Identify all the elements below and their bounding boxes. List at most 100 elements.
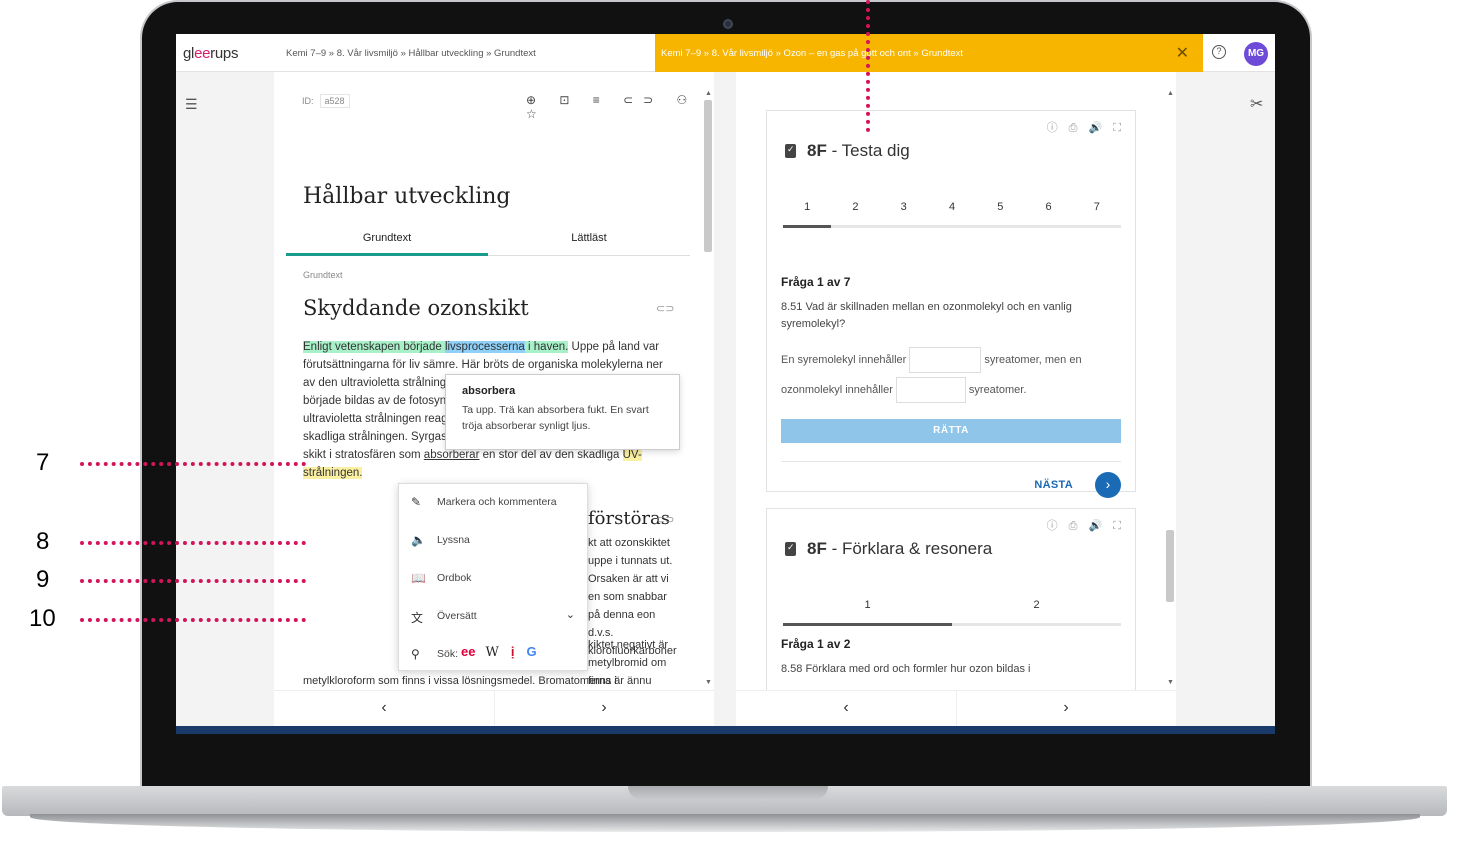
left-scroll-thumb[interactable]: [704, 100, 712, 252]
clipboard-check-icon-2: [785, 542, 796, 556]
close-icon[interactable]: ✕: [1176, 43, 1189, 63]
dictionary-tooltip: absorbera Ta upp. Trä kan absorbera fukt…: [445, 374, 680, 450]
google-icon[interactable]: G: [526, 644, 536, 659]
next-button[interactable]: ›: [1095, 472, 1121, 498]
menu-item-listen[interactable]: 🔈 Lyssna: [399, 522, 589, 560]
page-title: Hållbar utveckling: [303, 184, 511, 209]
tab-lattlast[interactable]: Lättläst: [488, 220, 690, 256]
callout-number-10: 10: [29, 605, 56, 632]
middle-gutter: [714, 72, 736, 726]
section-label: Grundtext: [303, 270, 343, 280]
section-heading: Skyddande ozonskikt: [303, 296, 529, 320]
question-steps-2: 12: [783, 599, 1121, 619]
steps-track: [783, 225, 1121, 228]
answer-input-2[interactable]: [895, 377, 966, 403]
text-tabs: Grundtext Lättläst: [286, 220, 690, 256]
screen-bottom-strip: [176, 726, 1275, 734]
step-4[interactable]: 4: [928, 201, 976, 213]
top-bar: gleerups Kemi 7–9 » 8. Vår livsmiljö » H…: [176, 34, 1275, 72]
check-button[interactable]: RÄTTA: [781, 419, 1121, 443]
gleerups-logo[interactable]: gleerups: [183, 45, 238, 62]
dictionary-word[interactable]: absorberar: [424, 449, 480, 461]
clipboard-check-icon: [785, 144, 796, 158]
step-1[interactable]: 1: [783, 201, 831, 213]
help-icon[interactable]: ?: [1212, 45, 1226, 59]
prev-exercise-button[interactable]: ‹: [736, 699, 956, 717]
laptop-mockup: gleerups Kemi 7–9 » 8. Vår livsmiljö » H…: [0, 0, 1469, 854]
next-page-button[interactable]: ›: [494, 699, 714, 717]
card-title-2: 8F - Förklara & resonera: [807, 539, 993, 558]
link-icon[interactable]: ⊂⊃: [656, 302, 674, 315]
tooltip-definition: Ta upp. Trä kan absorbera fukt. En svart…: [462, 404, 649, 432]
camera: [723, 19, 733, 29]
menu-item-search: ⚲ Sök: ee Wị G: [411, 644, 537, 661]
callout-number-9: 9: [36, 566, 50, 593]
menu-item-highlight[interactable]: ✎ Markera och kommentera: [399, 484, 589, 522]
id-value: a528: [319, 94, 350, 108]
exercise-card-testa-dig: ⓘ ⎙ 🔊 ⛶ 8F - Testa dig 1234567 Fråga 1 a…: [766, 110, 1136, 498]
steps-progress-2: [783, 623, 952, 626]
callout-line-10: [80, 618, 306, 622]
tab-grundtext[interactable]: Grundtext: [286, 220, 488, 256]
step-1[interactable]: 1: [844, 599, 892, 611]
link-icon-2[interactable]: ⊂⊃: [656, 513, 674, 526]
card-tool-icons[interactable]: ⓘ ⎙ 🔊 ⛶: [1047, 119, 1125, 135]
divider: [781, 461, 1121, 462]
ne-search-icon[interactable]: ee: [461, 644, 475, 659]
exercise-card-forklara: ⓘ ⎙ 🔊 ⛶ 8F - Förklara & resonera 12 Fråg…: [766, 508, 1136, 690]
next-label[interactable]: NÄSTA: [1034, 479, 1073, 491]
book-icon: 📖: [411, 571, 426, 585]
speaker-icon: 🔈: [411, 533, 426, 547]
card-title: 8F - Testa dig: [807, 141, 910, 160]
card-tool-icons-2[interactable]: ⓘ ⎙ 🔊 ⛶: [1047, 517, 1125, 533]
callout-number-7: 7: [36, 449, 50, 476]
prev-page-button[interactable]: ‹: [274, 699, 494, 717]
search-engines: ee Wị G: [461, 644, 537, 660]
id-label: ID:: [302, 96, 314, 106]
highlight-green[interactable]: Enligt vetenskapen började: [303, 341, 445, 353]
question-counter-2: Fråga 1 av 2: [781, 637, 851, 651]
question-counter: Fråga 1 av 7: [781, 275, 851, 289]
callout-line-7: [80, 462, 306, 466]
question-text: 8.51 Vad är skillnaden mellan en ozonmol…: [781, 301, 1072, 330]
panel-toolbar-icons[interactable]: ⊕ ⊡ ≡ ⊂⊃ ⚇ ☆: [526, 93, 714, 121]
step-5[interactable]: 5: [976, 201, 1024, 213]
menu-icon[interactable]: ☰: [185, 96, 198, 113]
laptop-shadow: [30, 814, 1420, 832]
avatar[interactable]: MG: [1244, 42, 1268, 66]
left-gutter: [176, 72, 274, 726]
step-6[interactable]: 6: [1025, 201, 1073, 213]
left-pager: ‹ ›: [274, 690, 714, 726]
fill-row-1: En syremolekyl innehåller syreatomer, men…: [781, 347, 1082, 373]
step-2[interactable]: 2: [831, 201, 879, 213]
laptop-notch: [628, 786, 828, 800]
fill-row-2: ozonmolekyl innehåller syreatomer.: [781, 377, 1026, 403]
step-2[interactable]: 2: [1013, 599, 1061, 611]
step-3[interactable]: 3: [880, 201, 928, 213]
next-exercise-button[interactable]: ›: [956, 699, 1176, 717]
chevron-down-icon[interactable]: ⌄: [566, 608, 575, 621]
step-7[interactable]: 7: [1073, 201, 1121, 213]
left-scrollbar[interactable]: ▲ ▼: [704, 90, 712, 686]
callout-line-8: [80, 541, 306, 545]
right-scrollbar[interactable]: ▲ ▼: [1166, 90, 1174, 686]
callout-line-top: [866, 0, 870, 132]
wikipedia-icon[interactable]: W: [485, 645, 498, 660]
app-screen: gleerups Kemi 7–9 » 8. Vår livsmiljö » H…: [176, 34, 1275, 726]
right-gutter: [1176, 72, 1275, 726]
question-steps: 1234567: [783, 201, 1121, 221]
answer-input-1[interactable]: [909, 347, 982, 373]
menu-item-dictionary[interactable]: 📖 Ordbok: [399, 560, 589, 598]
breadcrumb-left[interactable]: Kemi 7–9 » 8. Vår livsmiljö » Hållbar ut…: [286, 48, 536, 59]
tools-icon[interactable]: ✂: [1250, 94, 1263, 114]
breadcrumb-right[interactable]: Kemi 7–9 » 8. Vår livsmiljö » Ozon – en …: [661, 48, 963, 59]
callout-number-8: 8: [36, 528, 50, 555]
right-scroll-thumb[interactable]: [1166, 530, 1174, 602]
highlight-green-2[interactable]: i haven.: [524, 341, 569, 353]
search-icon: ⚲: [411, 647, 420, 661]
infoplease-icon[interactable]: ị: [511, 644, 515, 659]
highlight-blue[interactable]: livsprocesserna: [444, 341, 525, 353]
text-panel: ID: a528 ⊕ ⊡ ≡ ⊂⊃ ⚇ ☆ Hållbar utveckling …: [274, 72, 714, 726]
menu-item-translate[interactable]: 文 Översätt ⌄: [399, 598, 589, 636]
right-pager: ‹ ›: [736, 690, 1176, 726]
